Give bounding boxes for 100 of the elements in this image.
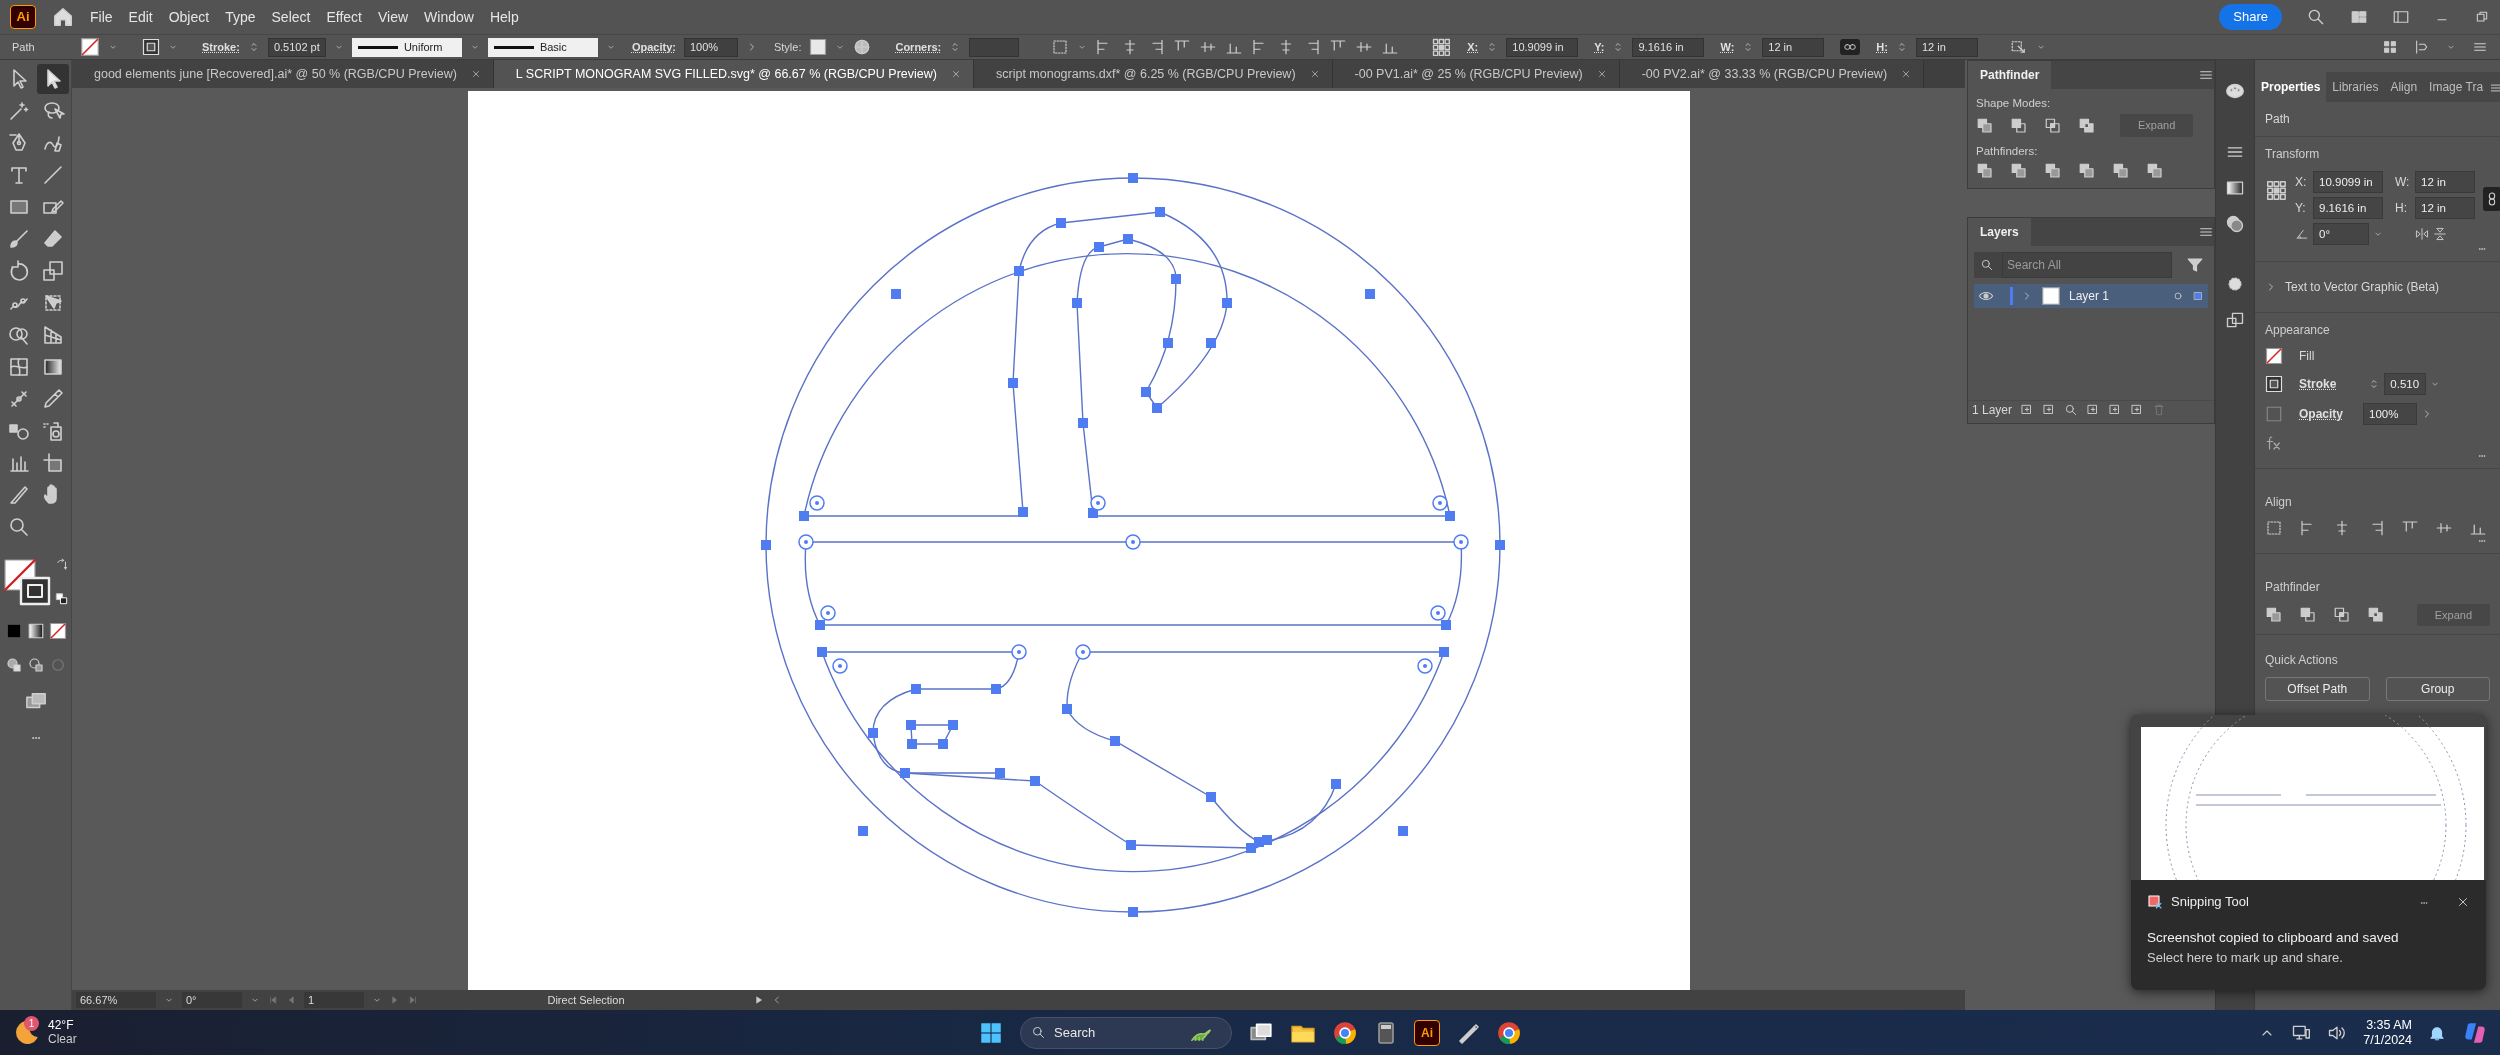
quick-action-button[interactable]: Offset Path: [2265, 677, 2370, 702]
effects-icon[interactable]: [2265, 433, 2283, 452]
close-icon[interactable]: [1309, 69, 1320, 79]
search-icon[interactable]: [2306, 7, 2326, 27]
close-icon[interactable]: [1596, 69, 1607, 79]
previous-artboard-icon[interactable]: [286, 995, 296, 1005]
clock-time[interactable]: 3:35 AM: [2363, 1017, 2412, 1033]
transform-options-icon[interactable]: [2009, 38, 2028, 56]
draw-behind-icon[interactable]: [26, 656, 45, 674]
default-colors-icon[interactable]: [54, 592, 69, 606]
flip-vertical-icon[interactable]: [2433, 227, 2447, 241]
corners-label[interactable]: Corners:: [895, 38, 942, 56]
menu-item[interactable]: Effect: [318, 6, 370, 28]
reference-point-icon[interactable]: [2265, 179, 2287, 201]
style-swatch[interactable]: [809, 38, 828, 56]
home-icon[interactable]: [52, 6, 74, 28]
minus-back-icon[interactable]: [2146, 162, 2164, 180]
panel-tab[interactable]: Properties: [2255, 72, 2327, 102]
x-field[interactable]: 10.9099 in: [1506, 37, 1579, 57]
layer-row[interactable]: Layer 1: [1974, 284, 2208, 308]
opacity-field[interactable]: 100%: [2363, 403, 2417, 425]
width-field[interactable]: 12 in: [1762, 37, 1825, 57]
opacity-field[interactable]: 100%: [683, 37, 738, 57]
clock-date[interactable]: 7/1/2024: [2363, 1032, 2412, 1048]
minus-front-icon[interactable]: [2299, 606, 2317, 625]
divide-icon[interactable]: [1976, 162, 1994, 180]
stroke-swatch[interactable]: [2265, 375, 2283, 393]
transform-panel-icon[interactable]: [2225, 310, 2245, 330]
stroke-label[interactable]: Stroke:: [202, 38, 240, 56]
y-field[interactable]: 9.1616 in: [1632, 37, 1705, 57]
unite-icon[interactable]: [1976, 116, 1994, 135]
section-title[interactable]: Text to Vector Graphic (Beta): [2285, 278, 2440, 296]
menu-item[interactable]: View: [370, 6, 417, 28]
stroke-weight-field[interactable]: 0.5102 pt: [267, 37, 326, 57]
y-label[interactable]: Y:: [1594, 38, 1605, 56]
distribute-icon[interactable]: [2414, 39, 2430, 55]
target-icon[interactable]: [2172, 290, 2184, 302]
direct-selection-tool-icon[interactable]: [36, 64, 69, 94]
x-label[interactable]: X:: [1467, 38, 1479, 56]
crop-icon[interactable]: [2078, 162, 2096, 180]
outline-icon[interactable]: [2112, 162, 2130, 180]
restore-icon[interactable]: [2474, 9, 2490, 25]
intersect-icon[interactable]: [2333, 606, 2351, 625]
none-swatch[interactable]: [48, 622, 67, 640]
trim-icon[interactable]: [2010, 162, 2028, 180]
width-label[interactable]: W:: [1720, 38, 1735, 56]
transparency-icon[interactable]: [2225, 214, 2245, 234]
stroke-swatch[interactable]: [142, 38, 160, 56]
constrain-proportions-button[interactable]: [1840, 39, 1861, 55]
panel-layout-icon[interactable]: [2392, 8, 2410, 26]
filter-icon[interactable]: [2186, 256, 2204, 274]
y-field[interactable]: 9.1616 in: [2313, 197, 2383, 219]
fill-none-swatch[interactable]: [2265, 347, 2283, 365]
document-tab[interactable]: L SCRIPT MONOGRAM SVG FILLED.svg* @ 66.67 % (RGB/CPU Preview): [493, 60, 974, 88]
scroll-left-icon[interactable]: [772, 995, 782, 1005]
gradient-swatch[interactable]: [26, 622, 45, 640]
stroke-label[interactable]: Stroke: [2299, 375, 2337, 393]
opacity-label[interactable]: Opacity: [2299, 405, 2343, 423]
menu-item[interactable]: Type: [217, 6, 264, 28]
panel-tab[interactable]: Libraries: [2326, 72, 2385, 102]
layer-search-field[interactable]: Search All: [2002, 252, 2172, 278]
reference-point-icon[interactable]: [1431, 37, 1452, 57]
stroke-profile-dropdown[interactable]: Uniform: [351, 37, 462, 57]
panel-tab[interactable]: Align: [2384, 72, 2424, 102]
locate-object-icon[interactable]: [2064, 403, 2079, 417]
rotation-field[interactable]: 0°: [182, 992, 242, 1008]
rotate-angle-field[interactable]: 0°: [2313, 223, 2369, 245]
exclude-icon[interactable]: [2078, 116, 2096, 135]
quick-action-button[interactable]: Group: [2385, 677, 2490, 702]
browser-icon[interactable]: [1496, 1019, 1522, 1046]
menu-item[interactable]: Edit: [120, 6, 161, 28]
opacity-label[interactable]: Opacity:: [631, 38, 676, 56]
corners-field[interactable]: [969, 37, 1020, 57]
play-icon[interactable]: [754, 995, 764, 1005]
height-label[interactable]: H:: [1876, 38, 1888, 56]
menu-item[interactable]: Window: [416, 6, 482, 28]
notification-toast[interactable]: Snipping Tool Screenshot copied to clipboard and saved Select here to mark up and share.: [2131, 715, 2486, 990]
menu-item[interactable]: Select: [263, 6, 319, 28]
brush-dropdown[interactable]: Basic: [487, 37, 598, 57]
menu-item[interactable]: Object: [160, 6, 218, 28]
constrain-proportions-button[interactable]: [2483, 187, 2500, 211]
exclude-icon[interactable]: [2367, 606, 2385, 625]
color-swatch[interactable]: [4, 622, 23, 640]
menu-item[interactable]: Help: [481, 6, 527, 28]
taskbar-search-field[interactable]: Search: [1020, 1016, 1232, 1049]
panel-tab[interactable]: Layers: [1968, 218, 2031, 246]
fill-none-swatch[interactable]: [80, 37, 100, 57]
intersect-icon[interactable]: [2044, 116, 2062, 135]
next-artboard-icon[interactable]: [390, 995, 400, 1005]
menu-item[interactable]: File: [82, 6, 121, 28]
browser-icon[interactable]: [1332, 1019, 1358, 1046]
merge-icon[interactable]: [2044, 162, 2062, 180]
first-artboard-icon[interactable]: [268, 995, 278, 1005]
last-artboard-icon[interactable]: [408, 995, 418, 1005]
align-to-selection-icon[interactable]: [1051, 38, 1070, 56]
illustrator-app-icon[interactable]: Ai: [1414, 1019, 1440, 1046]
minus-front-icon[interactable]: [2010, 116, 2028, 135]
share-button[interactable]: Share: [2219, 4, 2282, 30]
height-field[interactable]: 12 in: [2415, 197, 2475, 219]
x-field[interactable]: 10.9099 in: [2313, 171, 2383, 193]
